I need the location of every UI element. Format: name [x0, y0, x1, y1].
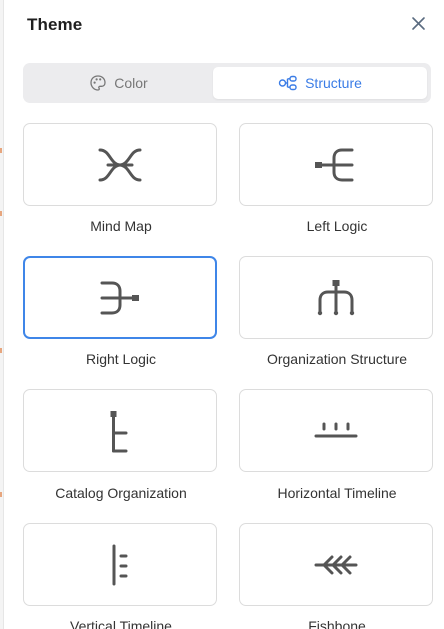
palette-icon	[90, 75, 106, 91]
structure-label: Left Logic	[306, 218, 368, 234]
structure-card-catalog-organization[interactable]	[23, 389, 217, 472]
theme-tabs: Color Structure	[23, 63, 431, 103]
tab-color-label: Color	[114, 75, 148, 91]
left-logic-icon	[315, 148, 354, 181]
fishbone-icon	[314, 555, 358, 574]
structure-card-mind-map[interactable]	[23, 123, 217, 206]
vertical-timeline-icon	[112, 544, 128, 585]
close-button[interactable]	[408, 13, 430, 35]
structure-card-vertical-timeline[interactable]	[23, 523, 217, 606]
structure-label: Mind Map	[90, 218, 152, 234]
mind-map-icon	[98, 148, 142, 181]
structure-icon	[278, 75, 297, 91]
edge-marker	[0, 148, 2, 153]
tab-structure-label: Structure	[305, 75, 362, 91]
structure-card-right-logic[interactable]	[23, 256, 217, 339]
organization-structure-icon	[317, 279, 355, 315]
structure-label: Right Logic	[85, 351, 157, 367]
structure-label: Horizontal Timeline	[277, 485, 397, 501]
edge-marker	[0, 348, 2, 353]
right-logic-icon	[100, 281, 139, 314]
tab-color[interactable]: Color	[27, 67, 210, 99]
structure-label: Catalog Organization	[55, 485, 187, 501]
catalog-organization-icon	[110, 410, 128, 452]
structure-label: Vertical Timeline	[70, 618, 172, 629]
edge-marker	[0, 211, 2, 216]
panel-left-edge	[0, 0, 4, 629]
theme-panel: Theme Color Structure Mind Map Left Logi…	[0, 0, 444, 629]
structure-card-fishbone[interactable]	[239, 523, 433, 606]
structure-card-organization-structure[interactable]	[239, 256, 433, 339]
close-icon	[412, 17, 425, 30]
structure-label: Fishbone	[308, 618, 366, 629]
tab-structure[interactable]: Structure	[213, 67, 427, 99]
panel-title: Theme	[27, 15, 83, 34]
structure-card-left-logic[interactable]	[239, 123, 433, 206]
structure-label: Organization Structure	[266, 351, 408, 367]
edge-marker	[0, 492, 2, 497]
structure-card-horizontal-timeline[interactable]	[239, 389, 433, 472]
horizontal-timeline-icon	[314, 422, 358, 437]
